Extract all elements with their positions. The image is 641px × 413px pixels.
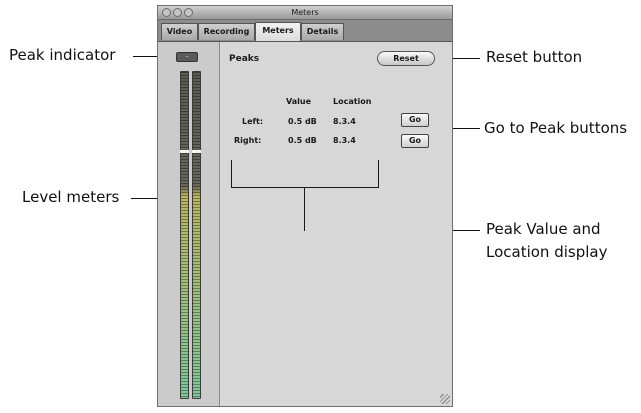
column-header-value: Value (286, 97, 312, 106)
callout-peak-value-line2: Location display (486, 243, 608, 261)
peak-display-bracket-left (231, 160, 232, 188)
peaks-section-label: Peaks (229, 54, 260, 64)
level-meter-left (180, 71, 189, 399)
tab-video[interactable]: Video (161, 23, 198, 40)
peak-display-bracket-stem (304, 187, 305, 231)
peak-row-right-channel: Right: (234, 136, 262, 145)
level-meters-pane: – (158, 42, 220, 406)
peak-row-left-channel: Left: (242, 117, 264, 126)
peak-row-left-value: 0.5 dB (288, 117, 317, 126)
column-header-location: Location (333, 97, 372, 106)
go-to-peak-left-button[interactable]: Go (401, 113, 429, 127)
resize-grip[interactable] (440, 394, 450, 404)
tab-details[interactable]: Details (301, 23, 344, 40)
peak-row-right-value: 0.5 dB (288, 136, 317, 145)
peak-display-bracket-right (378, 160, 379, 188)
meters-content: – Peaks Reset Value Location Left: 0.5 d… (158, 42, 452, 406)
meters-window: Meters Video Recording Meters Details – … (157, 5, 453, 407)
peak-hold-marker-right (192, 150, 201, 153)
tab-recording[interactable]: Recording (198, 23, 255, 40)
callout-level-meters: Level meters (22, 188, 120, 206)
callout-go-to-peak: Go to Peak buttons (484, 119, 628, 137)
reset-button[interactable]: Reset (377, 51, 435, 66)
callout-reset-button: Reset button (486, 48, 583, 66)
peak-row-right-location: 8.3.4 (333, 136, 356, 145)
level-meter-right (192, 71, 201, 399)
peak-display-bracket-bottom (231, 187, 379, 188)
title-bar[interactable]: Meters (158, 6, 452, 20)
window-title: Meters (291, 8, 319, 17)
peaks-pane: Peaks Reset Value Location Left: 0.5 dB … (220, 42, 452, 406)
tab-bar: Video Recording Meters Details (158, 20, 452, 42)
peak-hold-marker-left (180, 150, 189, 153)
callout-peak-indicator: Peak indicator (9, 46, 116, 64)
tab-meters[interactable]: Meters (255, 22, 301, 41)
peak-indicator-glyph: – (185, 53, 189, 60)
go-to-peak-right-button[interactable]: Go (401, 134, 429, 148)
callout-peak-value-line1: Peak Value and (486, 220, 601, 238)
peak-row-left-location: 8.3.4 (333, 117, 356, 126)
peak-indicator[interactable]: – (176, 52, 198, 62)
